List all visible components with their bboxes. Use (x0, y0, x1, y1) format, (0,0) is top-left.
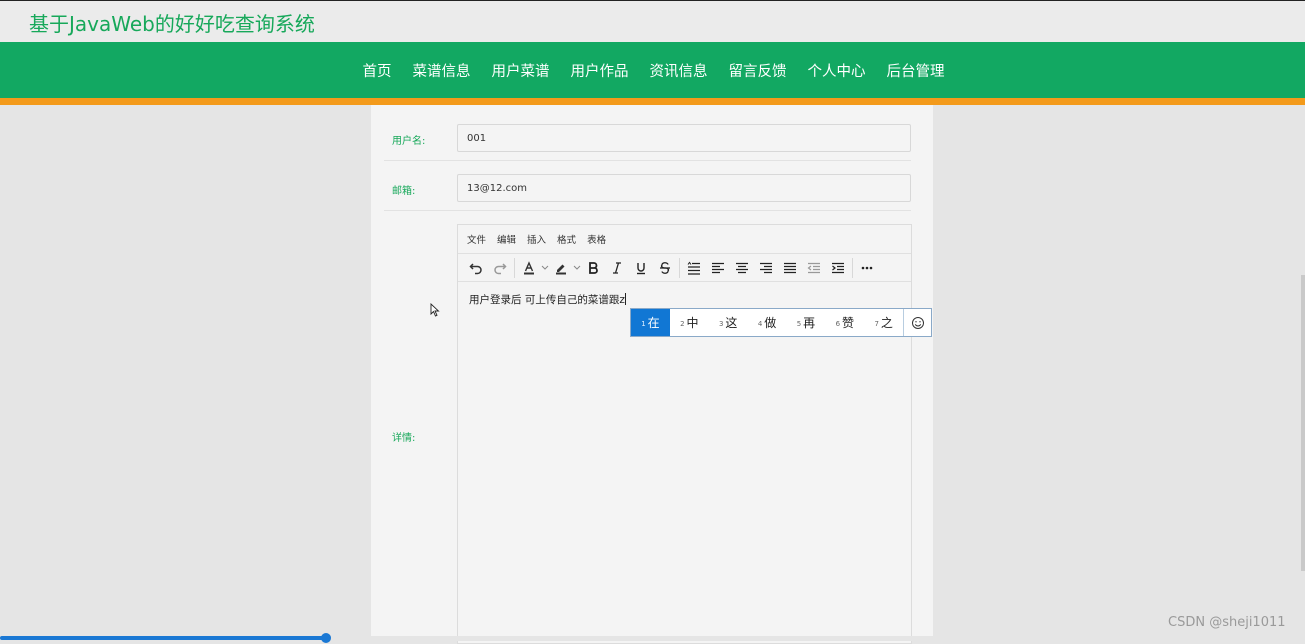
watermark: CSDN @sheji1011 (1168, 615, 1286, 630)
emoji-icon[interactable] (903, 309, 931, 336)
ime-candidate[interactable]: 2中 (670, 309, 709, 336)
menu-insert[interactable]: 插入 (527, 232, 546, 246)
menu-format[interactable]: 格式 (557, 232, 576, 246)
editor-content[interactable]: 用户登录后 可上传自己的菜谱跟z (469, 292, 626, 307)
ime-candidate[interactable]: 6赞 (825, 309, 864, 336)
rich-text-editor: 文件 编辑 插入 格式 表格 用户登录后 可上传自己的菜谱跟z (457, 224, 912, 644)
chevron-down-icon[interactable] (541, 257, 549, 279)
align-center-icon[interactable] (730, 257, 754, 279)
nav-item-feedback[interactable]: 留言反馈 (718, 60, 797, 81)
main-nav: 首页 菜谱信息 用户菜谱 用户作品 资讯信息 留言反馈 个人中心 后台管理 (0, 42, 1305, 105)
scrollbar[interactable] (1301, 275, 1305, 571)
ime-candidate[interactable]: 3这 (709, 309, 748, 336)
detail-label: 详情: (392, 433, 416, 444)
nav-item-home[interactable]: 首页 (352, 60, 402, 81)
site-header: 基于JavaWeb的好好吃查询系统 (0, 0, 1305, 42)
divider (384, 210, 911, 211)
undo-icon[interactable] (464, 257, 488, 279)
editor-toolbar (458, 254, 911, 282)
text-color-icon[interactable] (517, 257, 541, 279)
text-caret (624, 293, 626, 305)
align-right-icon[interactable] (754, 257, 778, 279)
nav-item-recipes[interactable]: 菜谱信息 (402, 60, 481, 81)
toolbar-separator (852, 257, 853, 278)
username-label: 用户名: (392, 136, 426, 147)
nav-item-admin[interactable]: 后台管理 (876, 60, 955, 81)
mouse-cursor-icon (430, 302, 440, 321)
italic-icon[interactable] (605, 257, 629, 279)
ime-candidate[interactable]: 4做 (748, 309, 787, 336)
email-label: 邮箱: (392, 186, 416, 197)
editor-text: 用户登录后 可上传自己的菜谱跟z (469, 294, 625, 306)
toolbar-separator (679, 257, 680, 278)
underline-icon[interactable] (629, 257, 653, 279)
ime-candidate[interactable]: 1在 (631, 309, 670, 336)
toolbar-separator (514, 257, 515, 278)
progress-knob[interactable] (321, 633, 331, 643)
align-justify-icon[interactable] (778, 257, 802, 279)
username-field[interactable] (457, 124, 911, 152)
divider (384, 160, 911, 161)
highlight-icon[interactable] (549, 257, 573, 279)
nav-item-profile[interactable]: 个人中心 (797, 60, 876, 81)
nav-items: 首页 菜谱信息 用户菜谱 用户作品 资讯信息 留言反馈 个人中心 后台管理 (352, 42, 955, 98)
email-field[interactable] (457, 174, 911, 202)
line-height-icon[interactable] (682, 257, 706, 279)
nav-item-user-recipes[interactable]: 用户菜谱 (481, 60, 560, 81)
redo-icon[interactable] (488, 257, 512, 279)
align-left-icon[interactable] (706, 257, 730, 279)
menu-table[interactable]: 表格 (587, 232, 606, 246)
indent-icon[interactable] (826, 257, 850, 279)
form-panel: 用户名: 邮箱: 详情: 文件 编辑 插入 格式 表格 (371, 105, 933, 644)
progress-bar[interactable] (0, 633, 1305, 643)
chevron-down-icon[interactable] (573, 257, 581, 279)
ime-candidate[interactable]: 7之 (864, 309, 903, 336)
site-title[interactable]: 基于JavaWeb的好好吃查询系统 (29, 8, 315, 37)
strikethrough-icon[interactable] (653, 257, 677, 279)
ime-candidate[interactable]: 5再 (787, 309, 826, 336)
ime-candidate-bar: 1在 2中 3这 4做 5再 6赞 7之 (630, 308, 932, 337)
progress-fill (0, 636, 326, 640)
nav-item-news[interactable]: 资讯信息 (639, 60, 718, 81)
outdent-icon[interactable] (802, 257, 826, 279)
menu-file[interactable]: 文件 (467, 232, 486, 246)
more-icon[interactable] (855, 257, 879, 279)
menu-edit[interactable]: 编辑 (497, 232, 516, 246)
bold-icon[interactable] (581, 257, 605, 279)
nav-item-user-works[interactable]: 用户作品 (560, 60, 639, 81)
editor-menubar: 文件 编辑 插入 格式 表格 (458, 225, 911, 254)
